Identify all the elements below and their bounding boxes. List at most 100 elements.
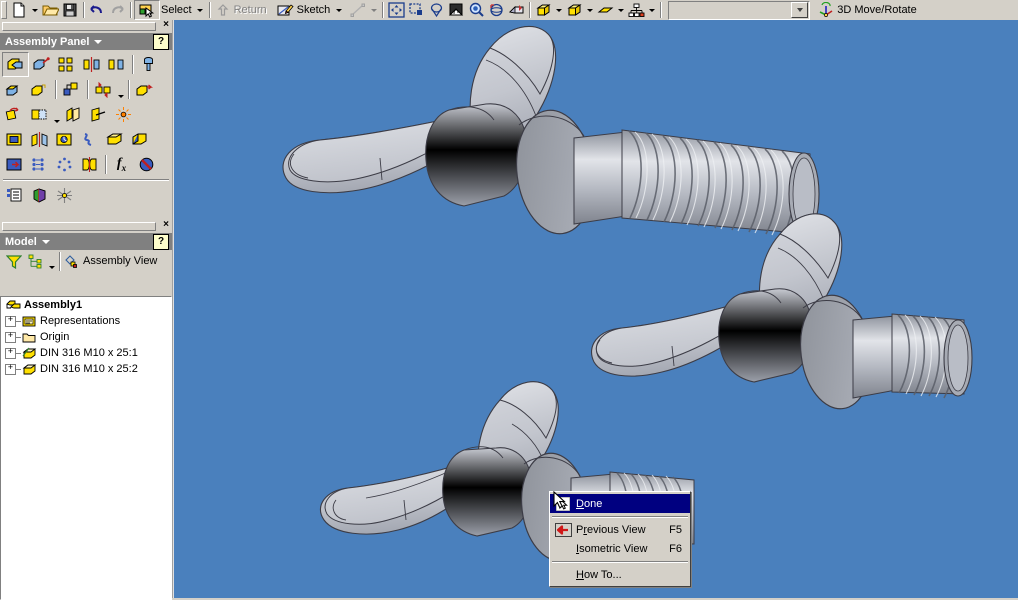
component-visibility-button[interactable]	[626, 1, 646, 19]
replace-component-button[interactable]	[136, 53, 161, 76]
create-component-button[interactable]	[29, 53, 54, 76]
select-tool-button[interactable]	[134, 0, 160, 20]
model-panel-help-button[interactable]: ?	[153, 234, 169, 250]
camera-button[interactable]	[564, 1, 584, 19]
undo-button[interactable]	[87, 1, 107, 19]
mirror-assembly-button[interactable]	[27, 128, 52, 151]
pattern-component-button[interactable]	[54, 53, 79, 76]
component-visibility-dropdown[interactable]	[646, 1, 657, 19]
toolbar-grip[interactable]	[1, 1, 7, 19]
bom-button[interactable]	[52, 128, 77, 151]
zoom-button[interactable]	[466, 1, 486, 19]
toolbar-combo[interactable]	[668, 0, 811, 20]
assembly-panel-close-icon[interactable]: ×	[163, 20, 169, 30]
shadow-button[interactable]	[595, 1, 615, 19]
camera-dropdown[interactable]	[584, 1, 595, 19]
work-point-button[interactable]	[111, 103, 136, 126]
orbit-icon	[490, 3, 503, 17]
section-view-dropdown[interactable]	[52, 101, 61, 129]
expand-toggle-icon[interactable]: +	[5, 347, 16, 359]
sketch-dropdown[interactable]	[333, 1, 344, 19]
frame-generator-button[interactable]	[127, 128, 152, 151]
expand-toggle-icon[interactable]: +	[5, 331, 16, 343]
assembly-view-button[interactable]	[63, 251, 81, 271]
orbit-button[interactable]	[486, 1, 506, 19]
interference-button[interactable]	[77, 153, 102, 176]
tree-row-part-2[interactable]: + DIN 316 M10 x 25:2	[1, 361, 171, 377]
grab-bars	[2, 222, 156, 231]
sketch-line-button[interactable]	[348, 1, 368, 19]
select-dropdown[interactable]	[195, 1, 206, 19]
viewport-context-menu[interactable]: Done Previous View F5 Isometric View F6 …	[549, 491, 691, 587]
look-at-icon	[508, 5, 524, 14]
show-relationships-button[interactable]	[91, 78, 116, 101]
tree-row-assembly1[interactable]: Assembly1	[1, 297, 171, 313]
drive-constraint-button[interactable]	[27, 184, 52, 207]
shaded-display-button[interactable]	[533, 1, 553, 19]
chevron-down-icon[interactable]	[94, 39, 103, 44]
model-browser-tree[interactable]: Assembly1 + Representations + Origin + D…	[0, 296, 172, 600]
toolbar-combo-arrow[interactable]	[791, 2, 809, 18]
sketch-button[interactable]	[276, 1, 296, 19]
group-button[interactable]	[25, 251, 47, 271]
look-at-button[interactable]	[506, 1, 526, 19]
shaded-display-dropdown[interactable]	[553, 1, 564, 19]
redo-button[interactable]	[107, 1, 127, 19]
analysis-button[interactable]	[52, 153, 77, 176]
constraint-button[interactable]	[2, 78, 27, 101]
weld-symbol-button[interactable]	[77, 128, 102, 151]
tree-row-origin[interactable]: + Origin	[1, 329, 171, 345]
save-file-button[interactable]	[60, 1, 80, 19]
frame-generator-icon	[132, 133, 147, 145]
tree-row-part-1[interactable]: + DIN 316 M10 x 25:1	[1, 345, 171, 361]
context-menu-item-how-to[interactable]: How To...	[550, 565, 690, 584]
open-file-button[interactable]	[40, 1, 60, 19]
wing-bolt-2	[591, 213, 973, 410]
pan-button[interactable]	[446, 1, 466, 19]
rotate-component-button[interactable]	[2, 103, 27, 126]
context-menu-item-previous-view[interactable]: Previous View F5	[550, 520, 690, 539]
zoom-all-button[interactable]	[426, 1, 446, 19]
mirror-component-button[interactable]	[79, 53, 104, 76]
dynamic-simulation-button[interactable]	[52, 184, 77, 207]
sketch-line-dropdown[interactable]	[368, 1, 379, 19]
work-plane-button[interactable]	[61, 103, 86, 126]
magnifier-icon	[469, 2, 484, 17]
shadow-dropdown[interactable]	[615, 1, 626, 19]
bill-of-materials-button[interactable]	[2, 184, 27, 207]
section-view-button[interactable]	[27, 103, 52, 126]
move-component-button[interactable]	[132, 78, 157, 101]
new-file-button[interactable]	[9, 1, 29, 19]
model-panel-grab-bar[interactable]: ×	[0, 220, 172, 233]
context-menu-item-done[interactable]: Done	[550, 494, 690, 513]
bolted-connection-button[interactable]	[102, 128, 127, 151]
place-component-button[interactable]	[2, 52, 29, 77]
assemble-button[interactable]	[59, 78, 84, 101]
work-axis-button[interactable]	[86, 103, 111, 126]
context-menu-item-isometric-view[interactable]: Isometric View F6	[550, 539, 690, 558]
zoom-window-button[interactable]	[406, 1, 426, 19]
tree-row-representations[interactable]: + Representations	[1, 313, 171, 329]
model-panel-titlebar[interactable]: Model ?	[0, 233, 172, 250]
pan-all-button[interactable]	[386, 1, 406, 19]
suppress-button[interactable]	[134, 153, 159, 176]
filter-button[interactable]	[3, 251, 25, 271]
copy-component-button[interactable]	[104, 53, 129, 76]
model-panel-close-icon[interactable]: ×	[163, 220, 169, 230]
fx-parameters-button[interactable]: fx	[109, 153, 134, 176]
parameters-button[interactable]	[2, 153, 27, 176]
show-relationships-dropdown[interactable]	[116, 76, 125, 104]
assembly-panel-help-button[interactable]: ?	[153, 34, 169, 50]
assembly-panel-titlebar[interactable]: Assembly Panel ?	[0, 33, 172, 50]
joint-button[interactable]	[27, 78, 52, 101]
assembly-panel-grab-bar[interactable]: ×	[0, 20, 172, 33]
expand-toggle-icon[interactable]: +	[5, 363, 16, 375]
return-button[interactable]	[213, 1, 233, 19]
group-dropdown[interactable]	[47, 247, 56, 275]
design-assistant-button[interactable]	[27, 153, 52, 176]
expand-toggle-icon[interactable]: +	[5, 315, 16, 327]
new-file-dropdown[interactable]	[29, 1, 40, 19]
move-rotate-icon-button[interactable]	[816, 1, 836, 19]
create-ipart-button[interactable]	[2, 128, 27, 151]
chevron-down-icon[interactable]	[41, 239, 50, 244]
